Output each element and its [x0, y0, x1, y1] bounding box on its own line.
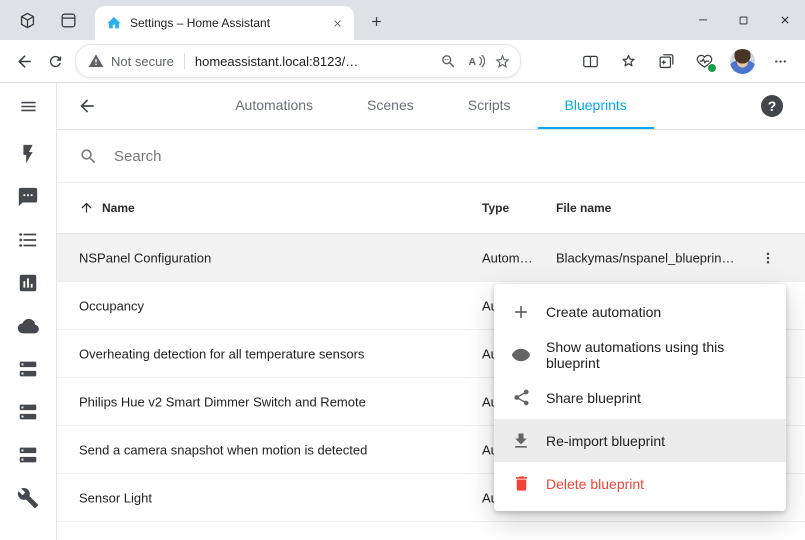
sidebar-menu-icon[interactable] — [19, 83, 38, 129]
help-icon[interactable]: ? — [761, 95, 783, 117]
row-name: Send a camera snapshot when motion is de… — [79, 442, 367, 457]
sidebar-item-logbook[interactable] — [16, 228, 40, 252]
tab-scenes[interactable]: Scenes — [340, 83, 441, 129]
window-close-icon[interactable] — [764, 0, 805, 40]
browser-toolbar: Not secure homeassistant.local:8123/… A — [0, 40, 805, 83]
sidebar-item-cloud[interactable] — [16, 314, 40, 338]
browser-window: Settings – Home Assistant — [0, 0, 805, 540]
search-bar — [57, 130, 805, 183]
ha-main-panel: Automations Scenes Scripts Blueprints ? … — [57, 83, 805, 540]
tab-blueprints[interactable]: Blueprints — [538, 83, 654, 129]
delete-icon — [510, 473, 532, 495]
collections-icon[interactable] — [651, 46, 682, 77]
new-tab-icon[interactable] — [364, 9, 389, 34]
not-secure-warning-icon — [88, 53, 104, 69]
column-header-name[interactable]: Name — [79, 200, 135, 216]
table-row[interactable]: NSPanel Configuration Autom… Blackymas/n… — [57, 234, 805, 282]
row-name: Sensor Light — [79, 490, 152, 505]
sidebar-item-assist[interactable] — [16, 185, 40, 209]
row-file: Blackymas/nspanel_blueprin… — [556, 250, 734, 265]
plus-icon — [510, 301, 532, 323]
browser-tab-bar: Settings – Home Assistant — [0, 0, 805, 40]
browser-essentials-icon[interactable] — [689, 46, 720, 77]
row-type: Autom… — [482, 250, 533, 265]
settings-more-icon[interactable] — [765, 46, 796, 77]
tab-title: Settings – Home Assistant — [130, 16, 321, 30]
essentials-status-dot — [707, 63, 717, 73]
row-name: Overheating detection for all temperatur… — [79, 346, 364, 361]
ha-header: Automations Scenes Scripts Blueprints ? — [57, 83, 805, 130]
back-icon[interactable] — [9, 46, 40, 77]
workspaces-icon[interactable] — [15, 8, 39, 32]
table-row[interactable]: Set entities based on other entities new… — [57, 522, 805, 540]
url-text[interactable]: homeassistant.local:8123/… — [195, 54, 358, 69]
split-screen-icon[interactable] — [575, 46, 606, 77]
row-name: NSPanel Configuration — [79, 250, 211, 265]
row-name: Philips Hue v2 Smart Dimmer Switch and R… — [79, 394, 366, 409]
menu-item-share-blueprint[interactable]: Share blueprint — [494, 376, 786, 419]
window-maximize-icon[interactable] — [723, 0, 764, 40]
zoom-out-icon[interactable] — [435, 48, 462, 75]
tab-activity-icon[interactable] — [56, 8, 80, 32]
menu-item-delete-blueprint[interactable]: Delete blueprint — [494, 462, 786, 505]
sidebar-item-server-2[interactable] — [16, 400, 40, 424]
tab-close-icon[interactable] — [329, 15, 346, 32]
menu-item-reimport-blueprint[interactable]: Re-import blueprint — [494, 419, 786, 462]
window-minimize-icon[interactable] — [682, 0, 723, 40]
ha-sidebar — [0, 83, 57, 540]
sort-arrow-icon — [79, 200, 95, 216]
table-header: Name Type File name — [57, 183, 805, 234]
menu-item-create-automation[interactable]: Create automation — [494, 290, 786, 333]
search-icon — [79, 147, 98, 166]
tab-scripts[interactable]: Scripts — [441, 83, 538, 129]
search-input[interactable] — [112, 147, 536, 166]
share-icon — [510, 387, 532, 409]
row-overflow-menu-icon[interactable] — [758, 248, 778, 268]
svg-text:A: A — [468, 56, 476, 68]
column-header-type[interactable]: Type — [482, 201, 509, 215]
tab-automations[interactable]: Automations — [208, 83, 340, 129]
sidebar-item-server-1[interactable] — [16, 357, 40, 381]
read-aloud-icon[interactable]: A — [462, 48, 489, 75]
address-divider — [184, 53, 185, 69]
favorites-hub-icon[interactable] — [613, 46, 644, 77]
download-icon — [510, 430, 532, 452]
ha-back-icon[interactable] — [77, 83, 97, 129]
security-status-label[interactable]: Not secure — [111, 54, 174, 69]
browser-tab[interactable]: Settings – Home Assistant — [95, 6, 354, 40]
home-assistant-favicon-icon — [106, 15, 122, 31]
profile-avatar[interactable] — [727, 46, 758, 77]
sidebar-item-server-3[interactable] — [16, 443, 40, 467]
eye-icon — [510, 344, 532, 366]
menu-item-show-automations[interactable]: Show automations using this blueprint — [494, 333, 786, 376]
refresh-icon[interactable] — [40, 46, 71, 77]
column-header-file[interactable]: File name — [556, 201, 611, 215]
row-name: Occupancy — [79, 298, 144, 313]
sidebar-item-tools[interactable] — [16, 486, 40, 510]
sidebar-item-energy[interactable] — [16, 142, 40, 166]
blueprint-context-menu: Create automation Show automations using… — [494, 284, 786, 511]
sidebar-item-history[interactable] — [16, 271, 40, 295]
favorite-star-icon[interactable] — [489, 48, 516, 75]
address-bar[interactable]: Not secure homeassistant.local:8123/… A — [75, 44, 521, 78]
